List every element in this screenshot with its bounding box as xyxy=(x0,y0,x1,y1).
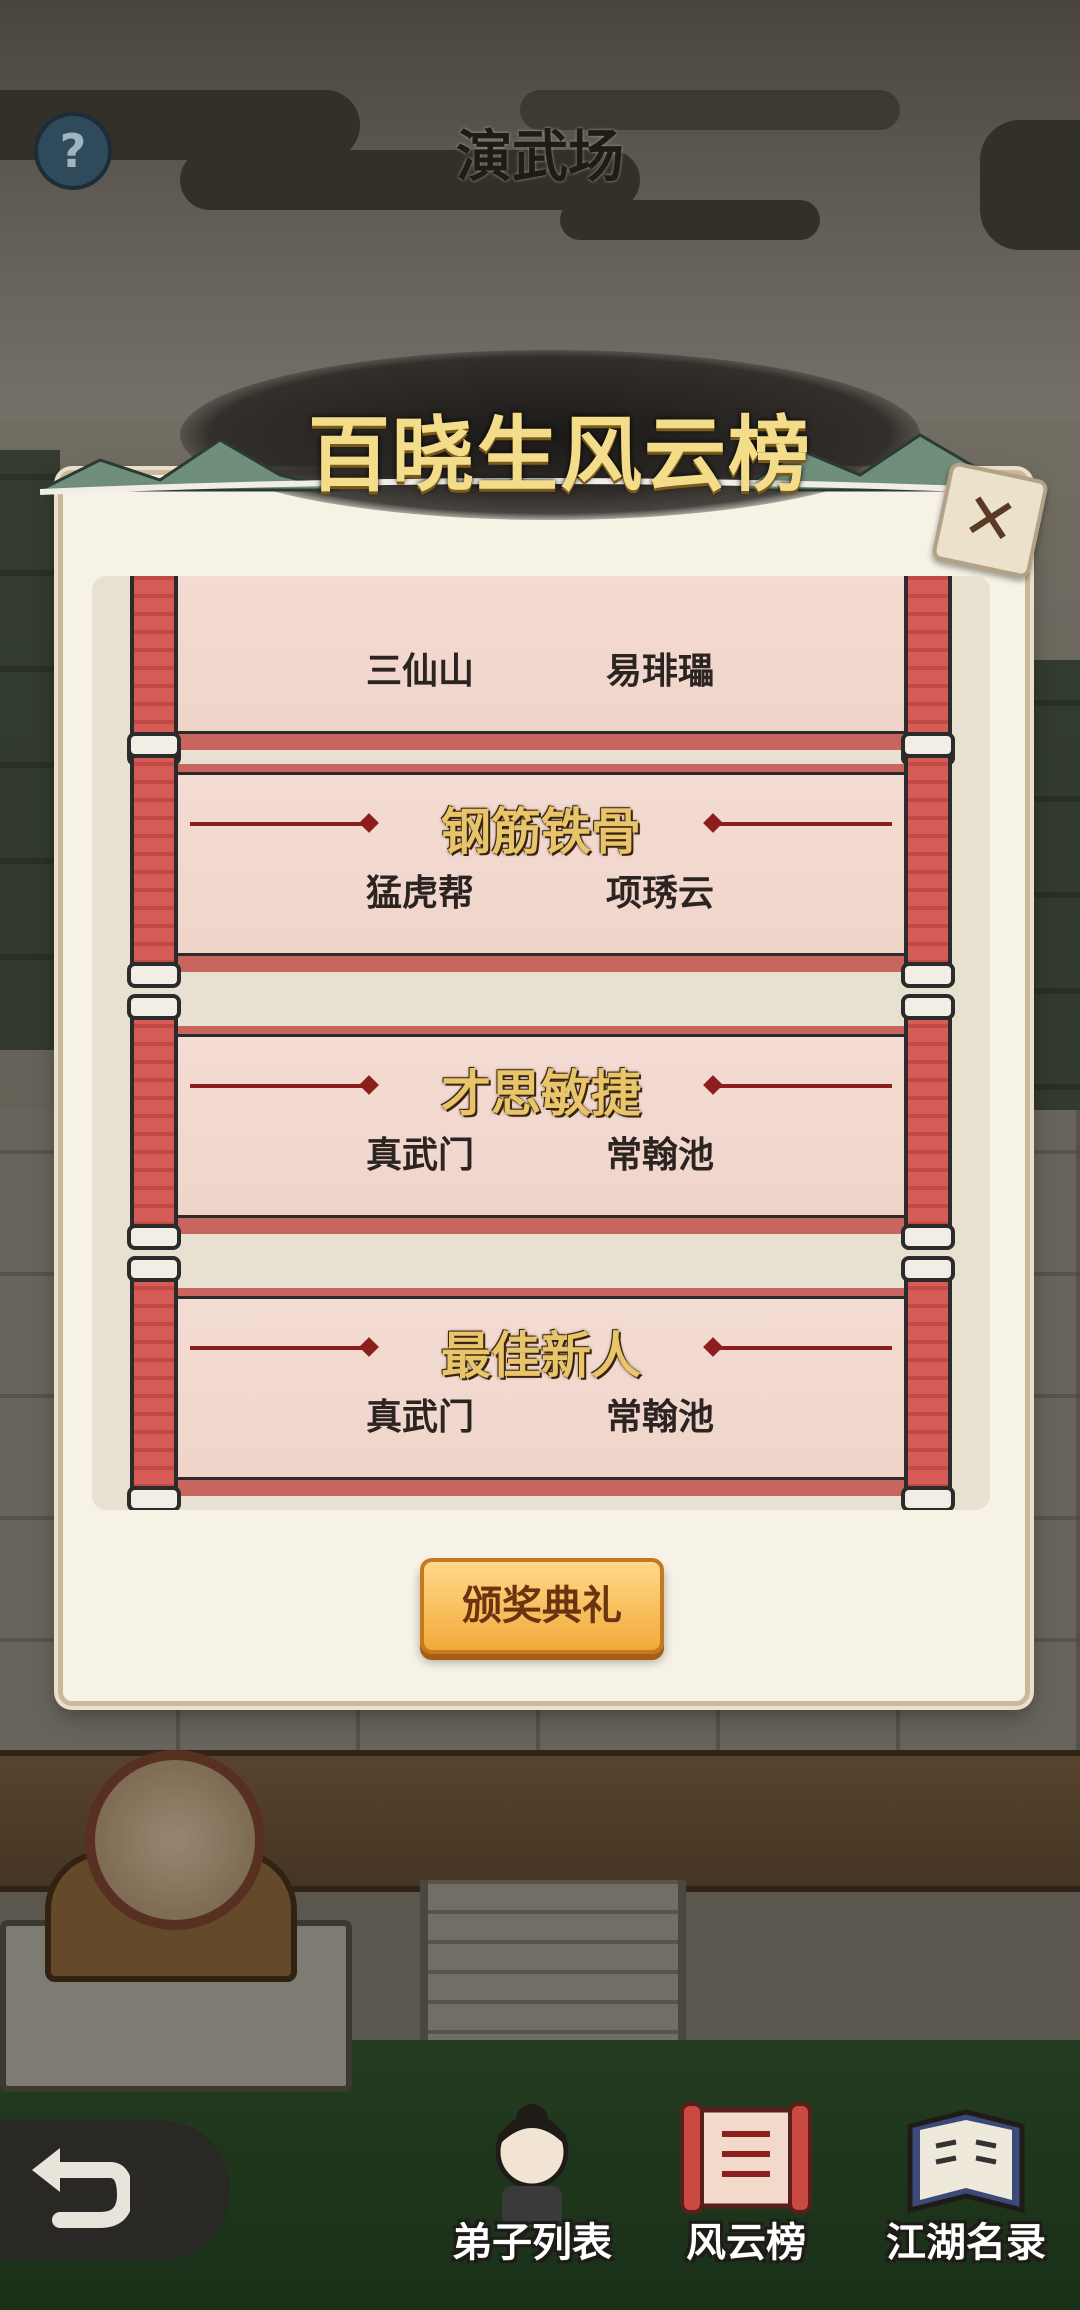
award-winner: 常翰池 xyxy=(605,1135,714,1176)
award-scroll: 钢筋铁骨 猛虎帮 项琇云 xyxy=(127,732,955,988)
award-title: 才思敏捷 xyxy=(441,1064,641,1123)
award-ceremony-button[interactable]: 颁奖典礼 xyxy=(420,1558,664,1654)
award-winner: 易琲瓃 xyxy=(605,651,714,692)
award-list[interactable]: 三仙山 易琲瓃 钢筋铁骨 猛虎帮 项琇云 才思敏捷 真武门 常翰池 最佳新人 真… xyxy=(92,576,990,1510)
back-arrow-icon xyxy=(32,2148,130,2228)
nav-disciple-list[interactable]: 弟子列表 xyxy=(432,2090,632,2300)
nav-ranking[interactable]: 风云榜 xyxy=(646,2090,846,2300)
page-title: 演武场 xyxy=(456,124,624,190)
award-title: 最佳新人 xyxy=(441,1326,641,1385)
modal-title: 百晓生风云榜 xyxy=(307,407,812,503)
award-scroll: 最佳新人 真武门 常翰池 xyxy=(127,1256,955,1510)
award-scroll: 三仙山 易琲瓃 xyxy=(127,576,955,766)
award-winner: 常翰池 xyxy=(605,1397,714,1438)
nav-jianghu-directory[interactable]: 江湖名录 xyxy=(866,2090,1066,2300)
nav-label: 弟子列表 xyxy=(452,2219,612,2266)
award-sect: 三仙山 xyxy=(365,651,474,692)
close-icon: ✕ xyxy=(956,478,1024,562)
ranking-scroll-icon xyxy=(680,2102,812,2214)
disciple-portrait-icon xyxy=(495,2104,569,2226)
award-sect: 真武门 xyxy=(365,1135,474,1176)
help-button[interactable]: ? xyxy=(34,112,112,190)
close-button[interactable]: ✕ xyxy=(930,460,1050,580)
nav-label: 风云榜 xyxy=(686,2219,806,2266)
award-sect: 猛虎帮 xyxy=(365,873,474,914)
book-icon xyxy=(907,2109,1025,2214)
award-sect: 真武门 xyxy=(365,1397,474,1438)
modal-header: 百晓生风云榜 xyxy=(30,350,1050,550)
award-scroll: 才思敏捷 真武门 常翰池 xyxy=(127,994,955,1250)
award-winner: 项琇云 xyxy=(605,873,714,914)
award-title: 钢筋铁骨 xyxy=(441,802,641,861)
nav-label: 江湖名录 xyxy=(886,2219,1046,2266)
